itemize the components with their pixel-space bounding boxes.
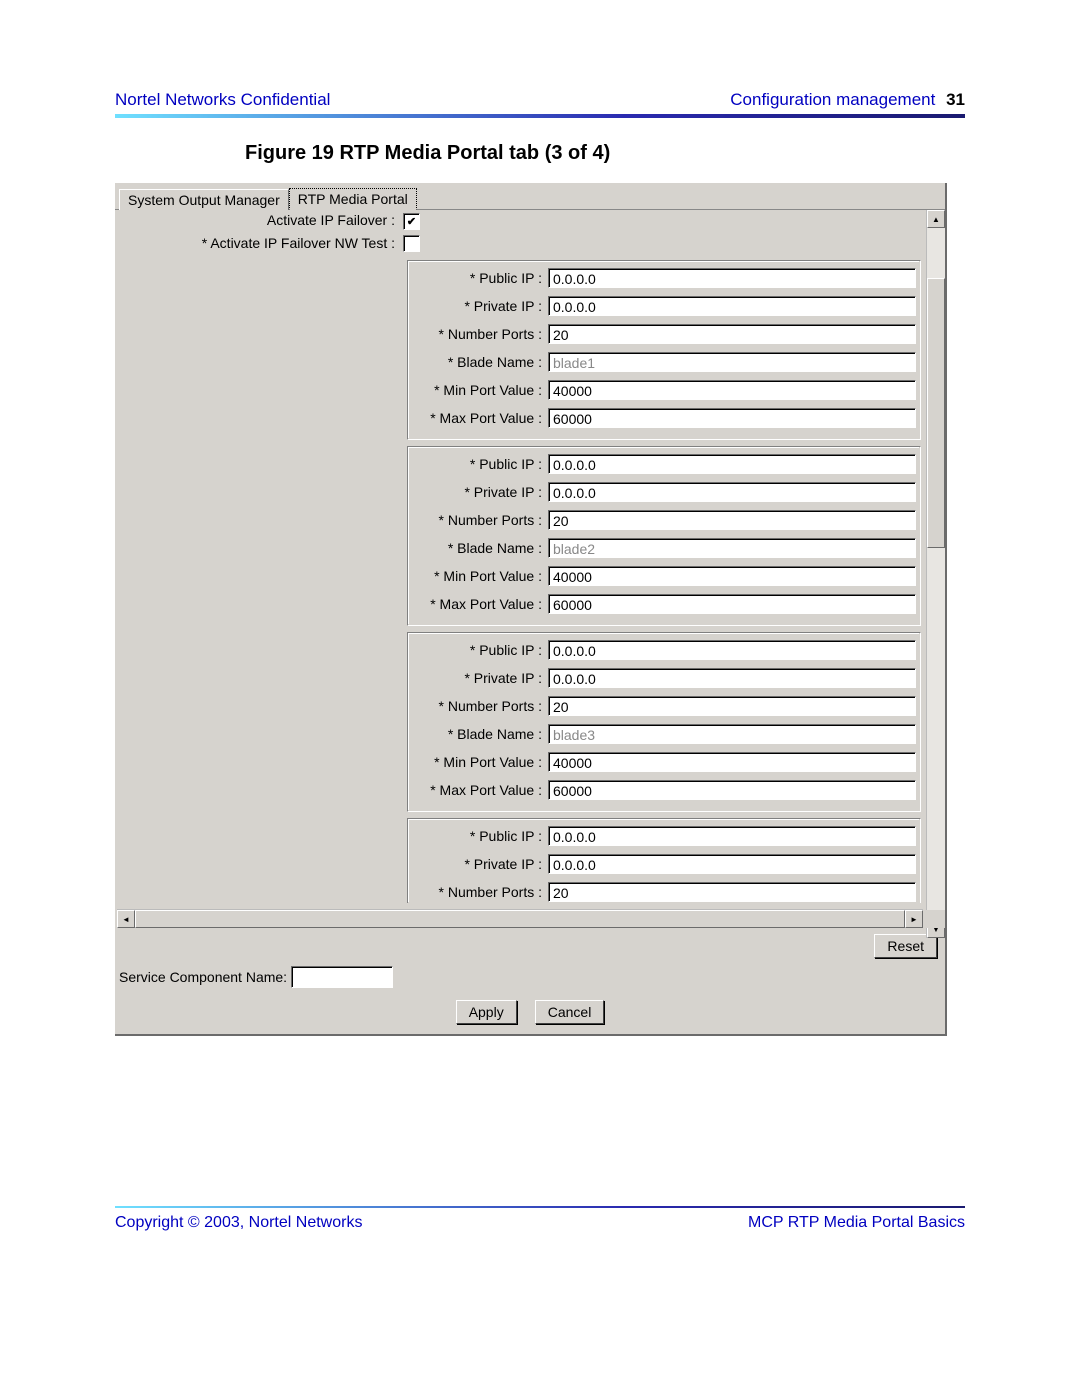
tab-strip: System Output Manager RTP Media Portal <box>115 183 945 210</box>
tab-rtp-media-portal[interactable]: RTP Media Portal <box>289 188 417 210</box>
header-section-title: Configuration management <box>730 90 935 109</box>
input-max-port-3[interactable]: 60000 <box>548 780 916 800</box>
figure-title: Figure 19 RTP Media Portal tab (3 of 4) <box>245 142 965 165</box>
apply-button[interactable]: Apply <box>456 1000 517 1024</box>
input-public-ip-3[interactable]: 0.0.0.0 <box>548 640 916 660</box>
input-blade-name-2[interactable]: blade2 <box>548 538 916 558</box>
input-max-port-1[interactable]: 60000 <box>548 408 916 428</box>
input-public-ip-2[interactable]: 0.0.0.0 <box>548 454 916 474</box>
horizontal-scrollbar[interactable]: ◄ ► <box>117 909 923 928</box>
label-max-port: * Max Port Value : <box>412 596 548 612</box>
input-max-port-2[interactable]: 60000 <box>548 594 916 614</box>
row-activate-ip-failover: Activate IP Failover : ✔ <box>117 210 943 232</box>
scroll-right-icon[interactable]: ► <box>905 910 923 928</box>
checkbox-activate-ip-failover-nw-test[interactable] <box>403 235 420 252</box>
label-number-ports: * Number Ports : <box>412 512 548 528</box>
input-min-port-2[interactable]: 40000 <box>548 566 916 586</box>
input-min-port-1[interactable]: 40000 <box>548 380 916 400</box>
label-min-port: * Min Port Value : <box>412 754 548 770</box>
scroll-corner <box>923 910 945 928</box>
label-blade-name: * Blade Name : <box>412 354 548 370</box>
label-activate-ip-failover-nw-test: * Activate IP Failover NW Test : <box>117 235 403 251</box>
scroll-left-icon[interactable]: ◄ <box>117 910 135 928</box>
label-blade-name: * Blade Name : <box>412 726 548 742</box>
label-private-ip: * Private IP : <box>412 484 548 500</box>
label-public-ip: * Public IP : <box>412 456 548 472</box>
cancel-button[interactable]: Cancel <box>535 1000 605 1024</box>
footer-rule <box>115 1206 965 1208</box>
input-private-ip-4[interactable]: 0.0.0.0 <box>548 854 916 874</box>
label-min-port: * Min Port Value : <box>412 568 548 584</box>
tab-system-output-manager[interactable]: System Output Manager <box>119 189 289 210</box>
config-panel: System Output Manager RTP Media Portal A… <box>115 183 947 1036</box>
blade-group-4-partial: * Public IP :0.0.0.0 * Private IP :0.0.0… <box>407 818 921 903</box>
blade-group-1: * Public IP :0.0.0.0 * Private IP :0.0.0… <box>407 260 921 440</box>
input-number-ports-3[interactable]: 20 <box>548 696 916 716</box>
page-number: 31 <box>946 90 965 109</box>
row-activate-ip-failover-nw-test: * Activate IP Failover NW Test : <box>117 232 943 254</box>
label-public-ip: * Public IP : <box>412 828 548 844</box>
scroll-up-icon[interactable]: ▲ <box>927 210 945 228</box>
vertical-scroll-thumb[interactable] <box>927 278 945 548</box>
label-private-ip: * Private IP : <box>412 298 548 314</box>
blade-group-2: * Public IP :0.0.0.0 * Private IP :0.0.0… <box>407 446 921 626</box>
input-number-ports-4[interactable]: 20 <box>548 882 916 902</box>
footer-right: MCP RTP Media Portal Basics <box>748 1214 965 1232</box>
input-public-ip-1[interactable]: 0.0.0.0 <box>548 268 916 288</box>
label-max-port: * Max Port Value : <box>412 782 548 798</box>
input-private-ip-1[interactable]: 0.0.0.0 <box>548 296 916 316</box>
input-blade-name-3[interactable]: blade3 <box>548 724 916 744</box>
horizontal-scroll-thumb[interactable] <box>135 910 905 928</box>
input-service-component-name[interactable] <box>291 966 393 988</box>
footer-left: Copyright © 2003, Nortel Networks <box>115 1214 362 1232</box>
header-rule <box>115 114 965 118</box>
label-number-ports: * Number Ports : <box>412 698 548 714</box>
label-public-ip: * Public IP : <box>412 270 548 286</box>
input-public-ip-4[interactable]: 0.0.0.0 <box>548 826 916 846</box>
blade-group-3: * Public IP :0.0.0.0 * Private IP :0.0.0… <box>407 632 921 812</box>
label-number-ports: * Number Ports : <box>412 884 548 900</box>
input-number-ports-2[interactable]: 20 <box>548 510 916 530</box>
label-activate-ip-failover: Activate IP Failover : <box>117 214 403 228</box>
label-max-port: * Max Port Value : <box>412 410 548 426</box>
label-min-port: * Min Port Value : <box>412 382 548 398</box>
checkbox-activate-ip-failover[interactable]: ✔ <box>403 213 420 230</box>
label-service-component-name: Service Component Name: <box>119 969 287 985</box>
label-private-ip: * Private IP : <box>412 670 548 686</box>
label-number-ports: * Number Ports : <box>412 326 548 342</box>
vertical-scrollbar[interactable]: ▲ ▼ <box>926 210 945 938</box>
label-public-ip: * Public IP : <box>412 642 548 658</box>
input-min-port-3[interactable]: 40000 <box>548 752 916 772</box>
label-private-ip: * Private IP : <box>412 856 548 872</box>
label-blade-name: * Blade Name : <box>412 540 548 556</box>
input-private-ip-3[interactable]: 0.0.0.0 <box>548 668 916 688</box>
header-left: Nortel Networks Confidential <box>115 90 330 110</box>
header-right: Configuration management 31 <box>730 90 965 110</box>
input-number-ports-1[interactable]: 20 <box>548 324 916 344</box>
input-blade-name-1[interactable]: blade1 <box>548 352 916 372</box>
input-private-ip-2[interactable]: 0.0.0.0 <box>548 482 916 502</box>
